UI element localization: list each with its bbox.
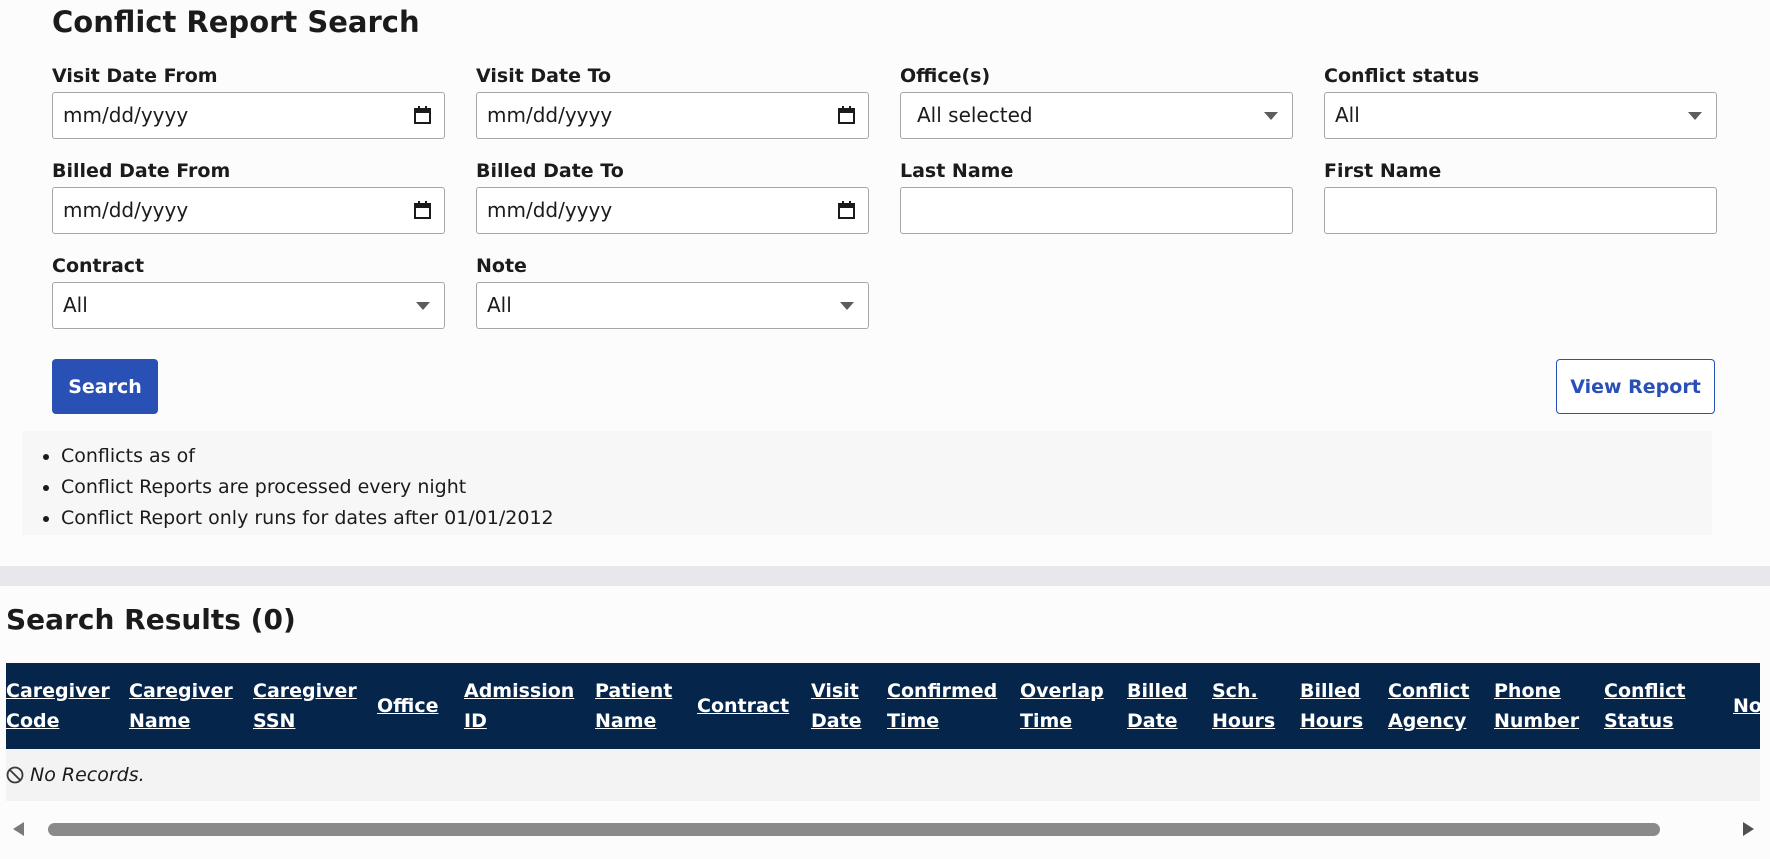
column-header[interactable]: Sch. Hours xyxy=(1212,663,1300,749)
scrollbar-thumb[interactable] xyxy=(48,823,1660,836)
form-actions: Search View Report xyxy=(52,359,1715,414)
chevron-down-icon xyxy=(416,302,430,310)
column-header[interactable]: Admission ID xyxy=(464,663,595,749)
calendar-icon[interactable] xyxy=(838,106,855,124)
info-item: Conflict Report only runs for dates afte… xyxy=(61,503,1712,534)
calendar-icon[interactable] xyxy=(414,201,431,219)
info-panel: Conflicts as of Conflict Reports are pro… xyxy=(22,431,1712,535)
column-header[interactable]: Caregiver SSN xyxy=(253,663,377,749)
offices-field: Office(s) All selected xyxy=(900,64,1293,139)
conflict-status-label: Conflict status xyxy=(1324,65,1480,87)
chevron-down-icon xyxy=(1688,112,1702,120)
contract-select[interactable]: All xyxy=(52,282,445,329)
billed-date-to-value: mm/dd/yyyy xyxy=(487,198,613,222)
note-field: Note All xyxy=(476,254,869,329)
offices-label: Office(s) xyxy=(900,65,991,87)
column-header[interactable]: Caregiver Name xyxy=(129,663,253,749)
contract-label: Contract xyxy=(52,255,145,277)
note-value: All xyxy=(487,293,512,317)
billed-date-to-input[interactable]: mm/dd/yyyy xyxy=(476,187,869,234)
chevron-down-icon xyxy=(1264,112,1278,120)
last-name-field: Last Name xyxy=(900,159,1293,234)
no-entry-icon xyxy=(6,766,24,784)
no-records-text: No Records. xyxy=(30,764,145,786)
column-header[interactable]: Caregiver Code xyxy=(6,663,129,749)
column-header[interactable]: Patient Name xyxy=(595,663,697,749)
note-select[interactable]: All xyxy=(476,282,869,329)
column-header[interactable]: Confirmed Time xyxy=(887,663,1020,749)
column-header[interactable]: Contract xyxy=(697,663,811,749)
search-section: Conflict Report Search Visit Date From m… xyxy=(0,0,1770,565)
first-name-input[interactable] xyxy=(1324,187,1717,234)
calendar-icon[interactable] xyxy=(838,201,855,219)
chevron-down-icon xyxy=(840,302,854,310)
visit-date-from-label: Visit Date From xyxy=(52,65,218,87)
column-header[interactable]: Conflict Agency xyxy=(1388,663,1494,749)
billed-date-from-value: mm/dd/yyyy xyxy=(63,198,189,222)
visit-date-to-field: Visit Date To mm/dd/yyyy xyxy=(476,64,869,139)
column-header[interactable]: Billed Date xyxy=(1127,663,1212,749)
scroll-left-arrow-icon[interactable] xyxy=(13,822,24,836)
last-name-label: Last Name xyxy=(900,160,1014,182)
results-section: Search Results (0) Caregiver Code Caregi… xyxy=(0,586,1770,859)
contract-field: Contract All xyxy=(52,254,445,329)
last-name-input[interactable] xyxy=(900,187,1293,234)
scroll-right-arrow-icon[interactable] xyxy=(1743,822,1754,836)
billed-date-from-field: Billed Date From mm/dd/yyyy xyxy=(52,159,445,234)
visit-date-from-field: Visit Date From mm/dd/yyyy xyxy=(52,64,445,139)
contract-value: All xyxy=(63,293,88,317)
no-records-message: No Records. xyxy=(6,764,1760,786)
billed-date-to-label: Billed Date To xyxy=(476,160,624,182)
billed-date-from-label: Billed Date From xyxy=(52,160,231,182)
empty-row: No Records. xyxy=(6,749,1760,801)
billed-date-from-input[interactable]: mm/dd/yyyy xyxy=(52,187,445,234)
offices-value: All selected xyxy=(917,103,1033,127)
results-title: Search Results (0) xyxy=(6,603,296,636)
search-form: Visit Date From mm/dd/yyyy Visit Date To… xyxy=(52,64,1717,329)
conflict-status-value: All xyxy=(1335,103,1360,127)
section-divider xyxy=(0,566,1770,586)
note-label: Note xyxy=(476,255,527,277)
column-header[interactable]: Office xyxy=(377,663,464,749)
column-header[interactable]: Visit Date xyxy=(811,663,887,749)
first-name-label: First Name xyxy=(1324,160,1442,182)
column-header[interactable]: Conflict Status xyxy=(1604,663,1733,749)
billed-date-to-field: Billed Date To mm/dd/yyyy xyxy=(476,159,869,234)
column-header[interactable]: Billed Hours xyxy=(1300,663,1388,749)
page-title: Conflict Report Search xyxy=(52,5,420,39)
empty-cell: No Records. xyxy=(6,749,1760,801)
visit-date-from-value: mm/dd/yyyy xyxy=(63,103,189,127)
column-header[interactable]: Phone Number xyxy=(1494,663,1604,749)
visit-date-to-label: Visit Date To xyxy=(476,65,612,87)
conflict-status-field: Conflict status All xyxy=(1324,64,1717,139)
offices-select[interactable]: All selected xyxy=(900,92,1293,139)
calendar-icon[interactable] xyxy=(414,106,431,124)
column-header: Note xyxy=(1733,695,1760,717)
view-report-button[interactable]: View Report xyxy=(1556,359,1715,414)
visit-date-to-value: mm/dd/yyyy xyxy=(487,103,613,127)
column-header[interactable]: Overlap Time xyxy=(1020,663,1127,749)
info-list: Conflicts as of Conflict Reports are pro… xyxy=(22,431,1712,534)
search-button[interactable]: Search xyxy=(52,359,158,414)
table-header-row: Caregiver Code Caregiver Name Caregiver … xyxy=(6,663,1760,749)
visit-date-to-input[interactable]: mm/dd/yyyy xyxy=(476,92,869,139)
horizontal-scrollbar[interactable] xyxy=(6,815,1760,841)
info-item: Conflict Reports are processed every nig… xyxy=(61,472,1712,503)
first-name-field: First Name xyxy=(1324,159,1717,234)
visit-date-from-input[interactable]: mm/dd/yyyy xyxy=(52,92,445,139)
results-table: Caregiver Code Caregiver Name Caregiver … xyxy=(6,663,1760,801)
conflict-status-select[interactable]: All xyxy=(1324,92,1717,139)
info-item: Conflicts as of xyxy=(61,441,1712,472)
